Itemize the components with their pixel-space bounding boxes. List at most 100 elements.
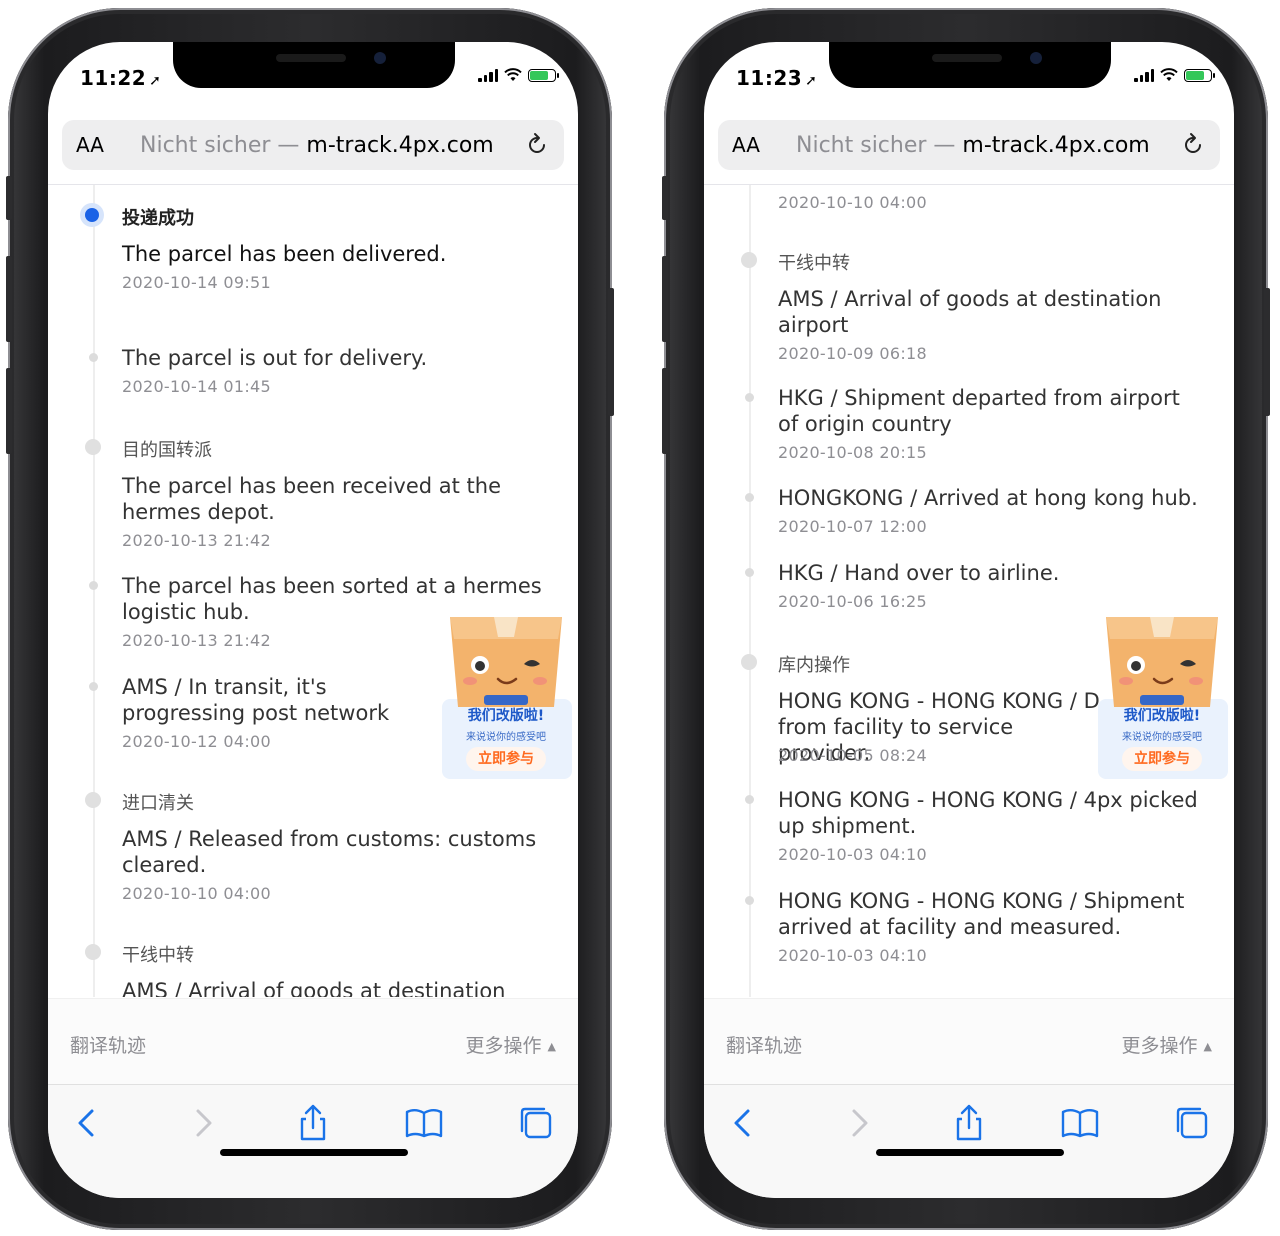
event-time: 2020-10-10 04:00 xyxy=(778,193,927,212)
timeline-dot xyxy=(89,682,98,691)
event-time: 2020-10-13 21:42 xyxy=(122,631,271,650)
timeline-dot xyxy=(85,439,101,455)
wifi-icon xyxy=(504,68,522,81)
location-arrow-icon: ➚ xyxy=(149,73,162,89)
bookmarks-icon[interactable] xyxy=(1060,1103,1100,1143)
phone-right: 11:23 ➚ AA Nicht sicher — m-track.4px.com… xyxy=(662,8,1270,1230)
survey-subline: 来说说你的感受吧 xyxy=(1122,732,1202,743)
event-time: 2020-10-13 21:42 xyxy=(122,531,271,550)
event-description: HKG / Shipment departed from airport of … xyxy=(778,386,1180,436)
timeline-dot xyxy=(745,393,754,402)
event-description: AMS / Arrival of goods at destination ai… xyxy=(122,979,506,997)
screen: 11:22 ➚ AA Nicht sicher — m-track.4px.com… xyxy=(48,42,578,1198)
feedback-survey-badge[interactable]: 我们改版啦! 来说说你的感受吧 立即参与 xyxy=(432,609,578,787)
reader-text-size-button[interactable]: AA xyxy=(732,133,760,157)
event-status: 投递成功 xyxy=(122,208,194,229)
event-status: 目的国转派 xyxy=(122,440,212,461)
status-icons xyxy=(1134,68,1215,82)
tabs-icon[interactable] xyxy=(1172,1103,1212,1143)
tracking-timeline: 2020-10-10 04:00 干线中转 AMS / Arrival of g… xyxy=(704,185,1234,997)
timeline-dot-active xyxy=(80,203,104,227)
event-description: The parcel has been received at the herm… xyxy=(122,474,502,524)
event-time: 2020-10-10 04:00 xyxy=(122,884,271,903)
event-status: 干线中转 xyxy=(122,945,194,966)
reader-text-size-button[interactable]: AA xyxy=(76,133,104,157)
timeline-dot xyxy=(85,944,101,960)
side-button xyxy=(1264,288,1270,416)
volume-down-button xyxy=(662,368,668,454)
tabs-icon[interactable] xyxy=(516,1103,556,1143)
timeline-dot xyxy=(89,353,98,362)
safari-toolbar xyxy=(48,1084,578,1198)
event-status: 进口清关 xyxy=(122,793,194,814)
url-bar[interactable]: AA Nicht sicher — m-track.4px.com xyxy=(62,120,564,170)
share-icon[interactable] xyxy=(949,1103,989,1143)
timeline-dot xyxy=(745,896,754,905)
mute-switch xyxy=(662,176,668,220)
event-time: 2020-10-03 04:10 xyxy=(778,946,927,965)
survey-headline: 我们改版啦! xyxy=(467,708,545,724)
caret-up-icon: ▲ xyxy=(547,1040,556,1053)
survey-cta-button[interactable]: 立即参与 xyxy=(1122,747,1202,771)
event-description: AMS / Released from customs: customs cle… xyxy=(122,827,537,877)
bookmarks-icon[interactable] xyxy=(404,1103,444,1143)
forward-icon[interactable] xyxy=(838,1103,878,1143)
event-description: HKG / Hand over to airline. xyxy=(778,561,1060,585)
mute-switch xyxy=(6,176,12,220)
side-button xyxy=(608,288,614,416)
forward-icon[interactable] xyxy=(182,1103,222,1143)
back-icon[interactable] xyxy=(724,1103,764,1143)
url-bar[interactable]: AA Nicht sicher — m-track.4px.com xyxy=(718,120,1220,170)
event-time: 2020-10-14 09:51 xyxy=(122,273,271,292)
timeline-dot xyxy=(89,581,98,590)
translate-track-button[interactable]: 翻译轨迹 xyxy=(726,1031,802,1058)
event-description: HONG KONG - HONG KONG / 4px picked up sh… xyxy=(778,788,1198,838)
share-icon[interactable] xyxy=(293,1103,333,1143)
event-time: 2020-10-05 08:24 xyxy=(778,746,927,765)
home-indicator xyxy=(876,1149,1064,1156)
timeline-dot xyxy=(745,493,754,502)
notch xyxy=(173,42,455,88)
event-time: 2020-10-09 06:18 xyxy=(778,344,927,363)
timeline-dot xyxy=(741,654,757,670)
event-time: 2020-10-03 04:10 xyxy=(778,845,927,864)
phone-left: 11:22 ➚ AA Nicht sicher — m-track.4px.com… xyxy=(6,8,614,1230)
timeline-dot xyxy=(741,252,757,268)
battery-icon xyxy=(528,68,559,82)
event-description: AMS / In transit, it's progressing post … xyxy=(122,675,390,725)
event-time: 2020-10-12 04:00 xyxy=(122,732,271,751)
event-time: 2020-10-07 12:00 xyxy=(778,517,927,536)
event-time: 2020-10-06 16:25 xyxy=(778,592,927,611)
translate-track-button[interactable]: 翻译轨迹 xyxy=(70,1031,146,1058)
survey-subline: 来说说你的感受吧 xyxy=(466,732,546,743)
battery-icon xyxy=(1184,68,1215,82)
reload-icon[interactable] xyxy=(524,132,550,158)
event-description: HONG KONG - HONG KONG / Shipment arrived… xyxy=(778,889,1185,939)
bottom-actions-bar: 翻译轨迹 更多操作 ▲ xyxy=(48,998,578,1085)
status-icons xyxy=(478,68,559,82)
timeline-dot xyxy=(745,795,754,804)
volume-up-button xyxy=(6,256,12,342)
tracking-timeline: 投递成功 The parcel has been delivered. 2020… xyxy=(48,185,578,997)
feedback-survey-badge[interactable]: 我们改版啦! 来说说你的感受吧 立即参与 xyxy=(1088,609,1234,787)
bottom-actions-bar: 翻译轨迹 更多操作 ▲ xyxy=(704,998,1234,1085)
location-arrow-icon: ➚ xyxy=(805,73,818,89)
url-text[interactable]: Nicht sicher — m-track.4px.com xyxy=(796,133,1150,158)
reload-icon[interactable] xyxy=(1180,132,1206,158)
screen: 11:23 ➚ AA Nicht sicher — m-track.4px.com… xyxy=(704,42,1234,1198)
back-icon[interactable] xyxy=(68,1103,108,1143)
event-status: 库内操作 xyxy=(778,655,850,676)
status-time: 11:23 ➚ xyxy=(736,66,818,90)
timeline-dot xyxy=(85,792,101,808)
timeline-dot xyxy=(745,568,754,577)
more-actions-button[interactable]: 更多操作 ▲ xyxy=(466,1031,556,1058)
event-time: 2020-10-14 01:45 xyxy=(122,377,271,396)
survey-cta-button[interactable]: 立即参与 xyxy=(466,747,546,771)
event-description: The parcel is out for delivery. xyxy=(122,346,428,370)
url-text[interactable]: Nicht sicher — m-track.4px.com xyxy=(140,133,494,158)
event-description: HONGKONG / Arrived at hong kong hub. xyxy=(778,486,1198,510)
more-actions-button[interactable]: 更多操作 ▲ xyxy=(1122,1031,1212,1058)
event-description: AMS / Arrival of goods at destination ai… xyxy=(778,287,1162,337)
survey-headline: 我们改版啦! xyxy=(1123,708,1201,724)
notch xyxy=(829,42,1111,88)
